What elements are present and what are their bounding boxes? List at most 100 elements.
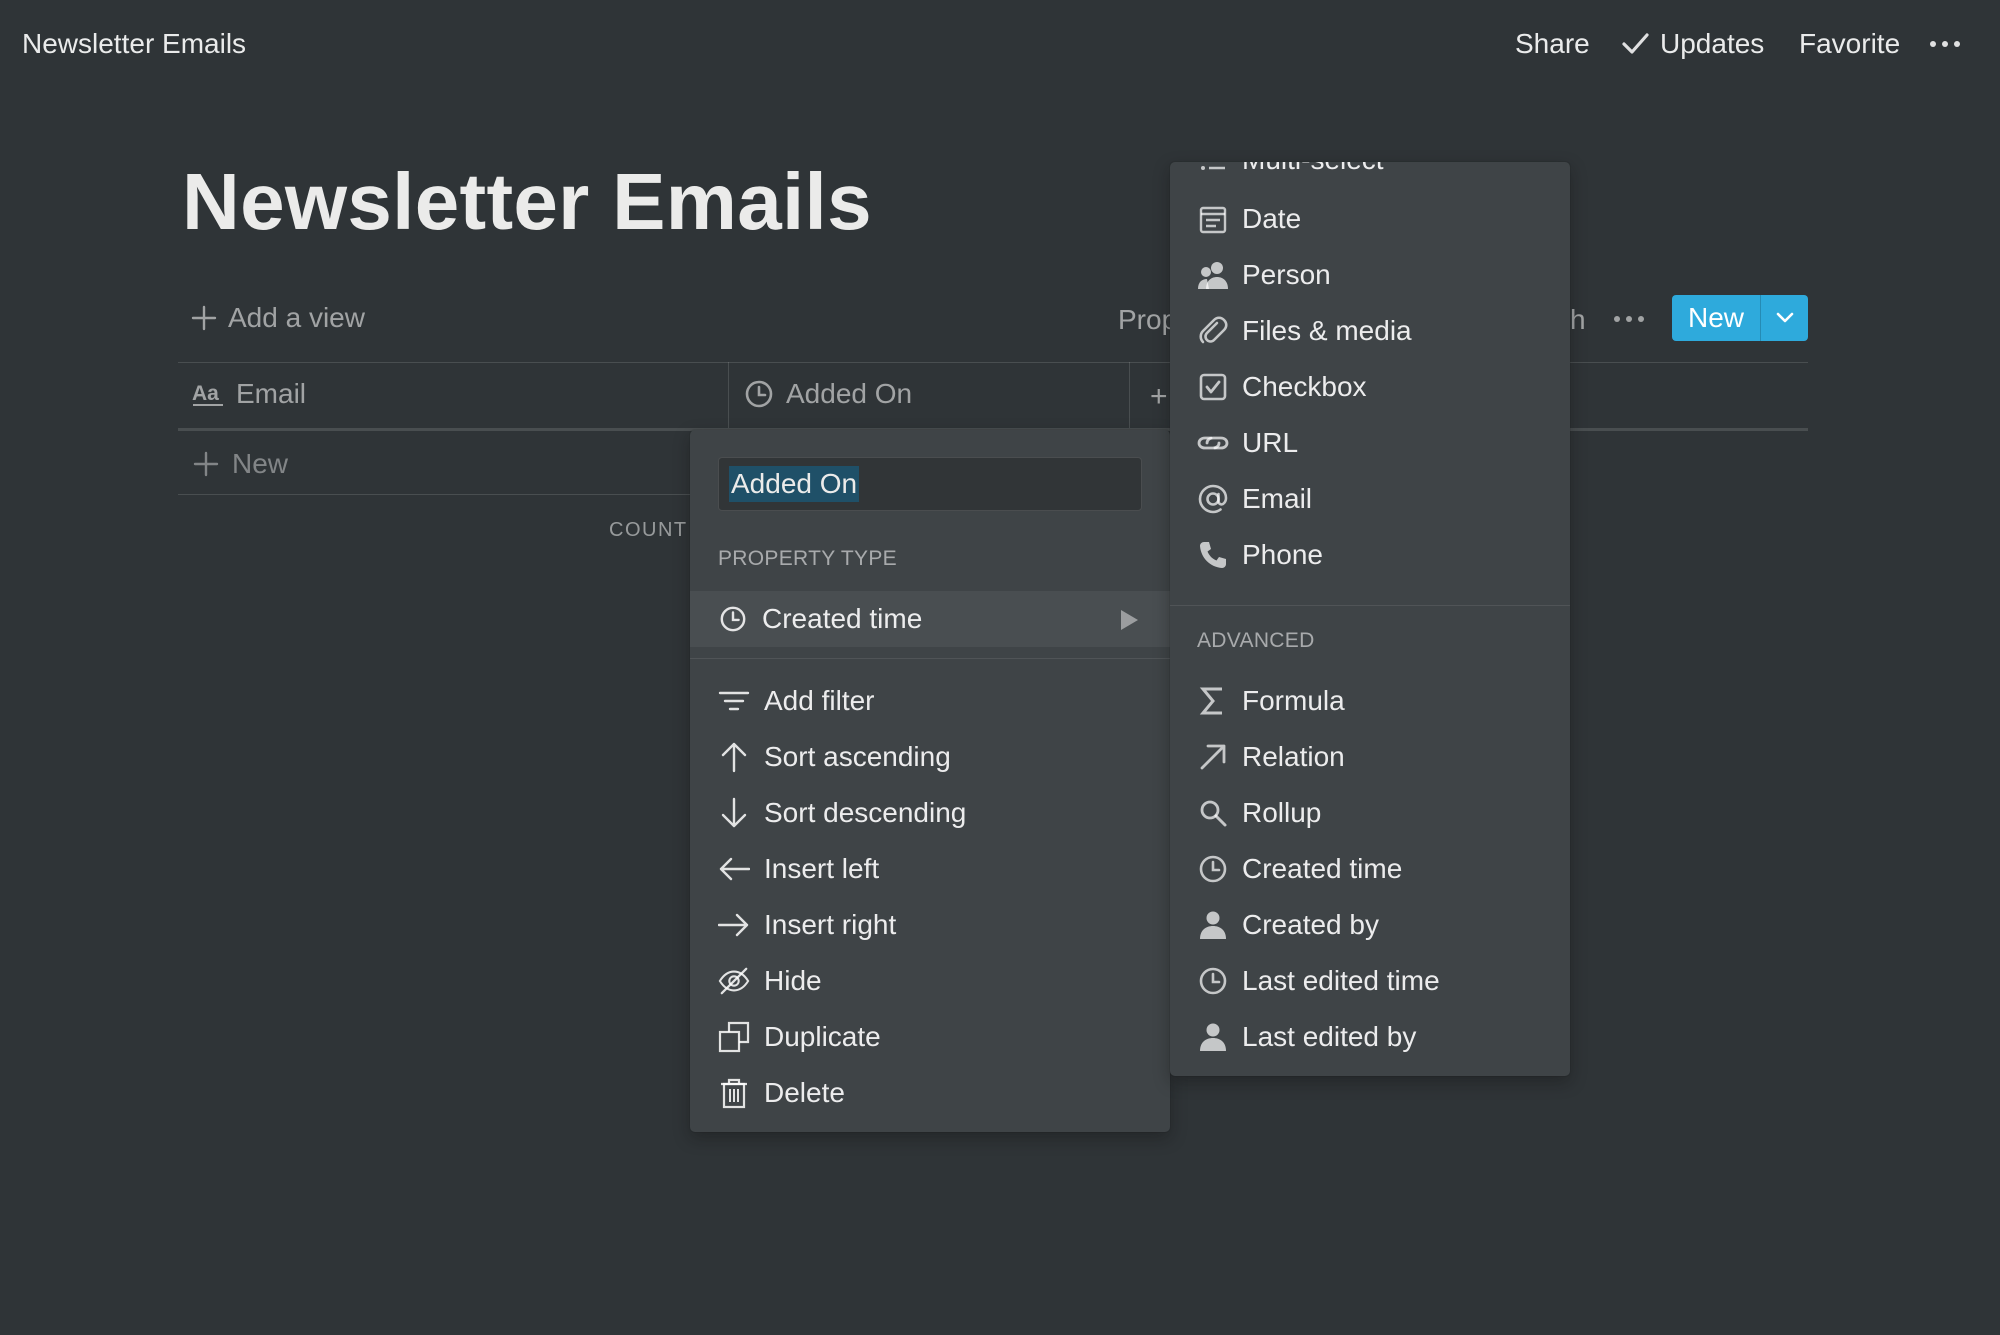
duplicate-item[interactable]: Duplicate [690,1009,1170,1065]
type-option-url[interactable]: URL [1170,415,1570,471]
type-option-label: Checkbox [1242,371,1367,402]
add-column-button[interactable]: + [1150,380,1168,414]
menu-item-label: Insert left [764,853,880,884]
row-border [178,494,698,495]
advanced-heading: ADVANCED [1197,629,1315,652]
person-icon [1196,908,1230,942]
add-view-button[interactable]: Add a view [190,302,365,334]
phone-icon [1196,538,1230,572]
favorite-button[interactable]: Favorite [1799,28,1900,60]
column-property-menu: Added On PROPERTY TYPE Created time Add … [690,430,1170,1132]
caret-right-icon [1120,610,1138,630]
type-option-label: Phone [1242,539,1323,570]
hide-item[interactable]: Hide [690,953,1170,1009]
clock-icon [1196,852,1230,886]
column-divider [728,362,729,428]
new-record-button[interactable]: New [1672,295,1808,341]
menu-separator [690,658,1170,659]
insert-left-item[interactable]: Insert left [690,841,1170,897]
type-option-last-edited-time[interactable]: Last edited time [1170,953,1570,1009]
column-header-added-on[interactable]: Added On [744,378,912,410]
new-button-label[interactable]: New [1672,295,1761,341]
menu-item-label: Add filter [764,685,875,716]
arrow-down-icon [718,797,750,829]
type-option-label: Rollup [1242,797,1322,828]
svg-text:Aa: Aa [192,382,219,405]
type-option-label: Person [1242,259,1331,290]
properties-button[interactable]: Prop [1118,304,1177,336]
type-option-files-media[interactable]: Files & media [1170,303,1570,359]
search-icon [1196,796,1230,830]
column-header-label: Email [236,378,307,409]
favorite-label: Favorite [1799,28,1901,59]
property-type-selector[interactable]: Created time [690,591,1170,647]
updates-button[interactable]: Updates [1620,28,1764,60]
sort-descending-item[interactable]: Sort descending [690,785,1170,841]
add-filter-item[interactable]: Add filter [690,673,1170,729]
sort-ascending-item[interactable]: Sort ascending [690,729,1170,785]
more-dots-icon [1930,41,1960,47]
more-options-button[interactable] [1930,41,1960,47]
delete-item[interactable]: Delete [690,1065,1170,1121]
insert-right-item[interactable]: Insert right [690,897,1170,953]
chevron-down-icon[interactable] [1761,295,1808,341]
updates-label: Updates [1660,28,1765,59]
column-header-email[interactable]: Aa Email [192,378,306,410]
view-options-button[interactable] [1614,316,1644,322]
menu-item-label: Delete [764,1077,845,1108]
link-icon [1196,426,1230,460]
type-option-date[interactable]: Date [1170,191,1570,247]
menu-separator [1170,605,1570,606]
property-name-input[interactable]: Added On [718,457,1142,511]
type-option-last-edited-by[interactable]: Last edited by [1170,1009,1570,1065]
people-icon [1196,258,1230,292]
type-option-multi-select[interactable]: Multi-select [1170,162,1570,188]
current-type-label: Created time [762,603,923,634]
arrow-left-icon [718,853,750,885]
menu-item-label: Sort descending [764,797,967,828]
trash-icon [718,1077,750,1109]
menu-item-label: Insert right [764,909,897,940]
arrow-up-right-icon [1196,740,1230,774]
type-option-label: Email [1242,483,1313,514]
property-name-value: Added On [729,466,860,502]
type-option-created-time[interactable]: Created time [1170,841,1570,897]
eye-off-icon [718,965,750,997]
type-option-formula[interactable]: Formula [1170,673,1570,729]
type-option-phone[interactable]: Phone [1170,527,1570,583]
type-option-label: Multi-select [1242,162,1384,176]
type-option-label: Last edited time [1242,965,1440,996]
clock-icon [718,604,748,634]
type-option-checkbox[interactable]: Checkbox [1170,359,1570,415]
plus-icon [192,450,220,478]
at-icon [1196,482,1230,516]
type-option-relation[interactable]: Relation [1170,729,1570,785]
type-option-label: Date [1242,203,1302,234]
type-option-rollup[interactable]: Rollup [1170,785,1570,841]
arrow-right-icon [718,909,750,941]
clock-icon [1196,964,1230,998]
new-row-label: New [232,448,289,479]
share-label: Share [1515,28,1590,59]
type-option-label: Created time [1242,853,1403,884]
text-type-icon: Aa [192,380,224,408]
clock-icon [744,379,774,409]
person-icon [1196,1020,1230,1054]
type-option-label: Formula [1242,685,1345,716]
page-title: Newsletter Emails [182,157,872,246]
search-button[interactable]: h [1570,304,1586,336]
calendar-icon [1196,202,1230,236]
type-option-created-by[interactable]: Created by [1170,897,1570,953]
menu-item-label: Sort ascending [764,741,951,772]
type-option-label: Last edited by [1242,1021,1417,1052]
add-row-button[interactable]: New [192,448,288,480]
type-option-label: Relation [1242,741,1345,772]
share-button[interactable]: Share [1515,28,1590,60]
type-option-person[interactable]: Person [1170,247,1570,303]
count-footer[interactable]: COUNT [609,519,688,542]
more-dots-icon [1614,316,1644,322]
plus-icon [190,304,218,332]
breadcrumb-page-title[interactable]: Newsletter Emails [22,28,246,60]
type-option-email[interactable]: Email [1170,471,1570,527]
type-option-label: Created by [1242,909,1379,940]
